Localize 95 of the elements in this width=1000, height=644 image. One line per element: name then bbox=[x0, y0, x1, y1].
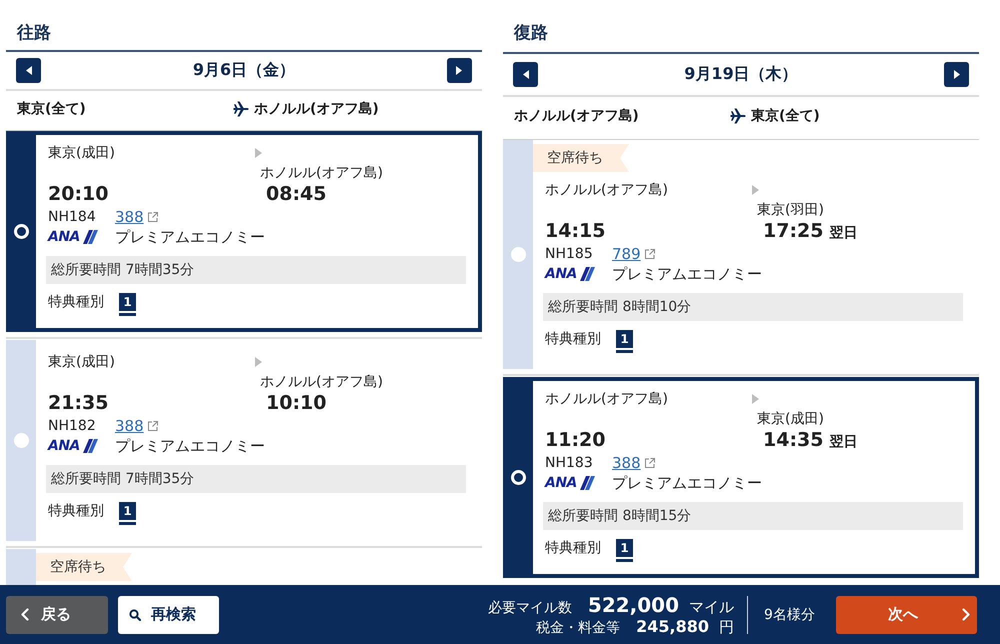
search-again-button[interactable]: 再検索 bbox=[118, 596, 219, 634]
route-origin: 東京(全て) bbox=[17, 100, 87, 118]
flight-date: 9月19日（木） bbox=[684, 64, 798, 85]
origin-airport: 東京(成田) bbox=[48, 352, 116, 372]
tax-label: 税金・料金等 bbox=[536, 618, 620, 636]
airline-logo: ANA bbox=[545, 266, 578, 282]
airline-logo: ANA bbox=[48, 228, 81, 245]
slanted-stripes-icon bbox=[580, 476, 595, 490]
caret-left-icon bbox=[522, 70, 528, 79]
airline-logo: ANA bbox=[545, 475, 578, 491]
search-icon bbox=[129, 608, 141, 620]
triangle-right-icon bbox=[752, 394, 759, 404]
next-day-label: 翌日 bbox=[829, 224, 858, 242]
slanted-stripes-icon bbox=[580, 267, 595, 281]
departure-time: 21:35 bbox=[48, 392, 108, 414]
award-type-label: 特典種別 bbox=[48, 502, 104, 520]
cabin-class: プレミアムエコノミー bbox=[612, 473, 763, 493]
triangle-right-icon bbox=[255, 148, 262, 158]
next-date-button[interactable] bbox=[446, 58, 472, 83]
departure-time: 20:10 bbox=[48, 182, 108, 205]
caret-right-icon bbox=[954, 70, 960, 79]
tax-unit: 円 bbox=[719, 618, 734, 636]
award-type-badge[interactable]: 1 bbox=[616, 330, 633, 353]
chevron-left-icon bbox=[21, 608, 29, 621]
aircraft-link[interactable]: 388 bbox=[115, 208, 144, 226]
origin-airport: 東京(成田) bbox=[48, 144, 116, 163]
destination-airport: ホノルル(オアフ島) bbox=[259, 372, 384, 392]
radio-button[interactable] bbox=[510, 470, 526, 485]
award-type-badge[interactable]: 1 bbox=[616, 539, 633, 562]
origin-airport: ホノルル(オアフ島) bbox=[545, 181, 669, 200]
destination-airport: ホノルル(オアフ島) bbox=[259, 164, 384, 183]
arrival-time: 17:25 bbox=[763, 220, 824, 242]
cabin-class: プレミアムエコノミー bbox=[115, 226, 266, 247]
next-day-label: 翌日 bbox=[829, 433, 858, 451]
award-type-label: 特典種別 bbox=[545, 330, 601, 348]
arrival-time: 10:10 bbox=[266, 392, 326, 414]
flight-date: 9月6日（金） bbox=[192, 60, 296, 81]
total-duration: 総所要時間 8時間10分 bbox=[543, 293, 963, 321]
radio-button[interactable] bbox=[510, 247, 526, 262]
previous-date-button[interactable] bbox=[513, 62, 538, 87]
origin-airport: ホノルル(オアフ島) bbox=[545, 390, 669, 409]
total-duration: 総所要時間 7時間35分 bbox=[46, 464, 466, 493]
triangle-right-icon bbox=[255, 356, 262, 367]
caret-right-icon bbox=[456, 66, 462, 75]
section-title: 往路 bbox=[17, 22, 52, 44]
waitlist-tag: 空席待ち bbox=[36, 552, 132, 581]
total-duration: 総所要時間 7時間35分 bbox=[46, 256, 466, 284]
external-link-icon bbox=[148, 420, 158, 431]
route-destination: 東京(全て) bbox=[751, 107, 820, 125]
flight-number: NH185 bbox=[545, 245, 594, 263]
total-duration: 総所要時間 8時間15分 bbox=[543, 502, 963, 530]
arrival-time: 14:35 bbox=[763, 429, 824, 451]
tax-amount: 245,880 bbox=[636, 616, 709, 636]
airplane-icon bbox=[729, 108, 746, 124]
previous-date-button[interactable] bbox=[16, 58, 41, 83]
required-miles: 522,000 bbox=[588, 592, 679, 616]
miles-unit: マイル bbox=[689, 598, 734, 616]
passenger-count: 9名様分 bbox=[764, 606, 816, 624]
external-link-icon bbox=[148, 212, 158, 222]
chevron-right-icon bbox=[962, 608, 970, 621]
next-date-button[interactable] bbox=[944, 62, 969, 87]
radio-button[interactable] bbox=[14, 432, 28, 448]
back-button[interactable]: 戻る bbox=[6, 596, 108, 634]
route-origin: ホノルル(オアフ島) bbox=[514, 107, 640, 125]
waitlist-tag: 空席待ち bbox=[533, 144, 629, 172]
slanted-stripes-icon bbox=[82, 438, 98, 453]
cabin-class: プレミアムエコノミー bbox=[612, 264, 763, 284]
section-title: 復路 bbox=[514, 22, 549, 44]
cabin-class: プレミアムエコノミー bbox=[115, 436, 266, 456]
departure-time: 14:15 bbox=[545, 220, 606, 242]
destination-airport: 東京(成田) bbox=[756, 410, 825, 429]
flight-number: NH184 bbox=[48, 208, 97, 226]
miles-label: 必要マイル数 bbox=[488, 598, 572, 616]
route-destination: ホノルル(オアフ島) bbox=[254, 100, 379, 118]
external-link-icon bbox=[644, 458, 655, 468]
caret-left-icon bbox=[26, 66, 32, 75]
external-link-icon bbox=[644, 249, 655, 259]
flight-number: NH183 bbox=[545, 454, 594, 472]
award-type-label: 特典種別 bbox=[545, 539, 601, 557]
slanted-stripes-icon bbox=[82, 230, 98, 244]
radio-button[interactable] bbox=[14, 224, 28, 239]
arrival-time: 08:45 bbox=[266, 182, 326, 205]
award-type-label: 特典種別 bbox=[48, 292, 104, 311]
departure-time: 11:20 bbox=[545, 429, 606, 451]
award-type-badge[interactable]: 1 bbox=[119, 292, 136, 316]
award-type-badge[interactable]: 1 bbox=[119, 502, 136, 525]
destination-airport: 東京(羽田) bbox=[756, 201, 825, 220]
aircraft-link[interactable]: 789 bbox=[612, 245, 641, 263]
aircraft-link[interactable]: 388 bbox=[115, 416, 144, 435]
flight-number: NH182 bbox=[48, 416, 97, 435]
triangle-right-icon bbox=[752, 185, 759, 195]
next-button[interactable]: 次へ bbox=[836, 596, 977, 634]
airline-logo: ANA bbox=[48, 438, 81, 454]
aircraft-link[interactable]: 388 bbox=[612, 454, 641, 472]
airplane-icon bbox=[232, 100, 249, 117]
